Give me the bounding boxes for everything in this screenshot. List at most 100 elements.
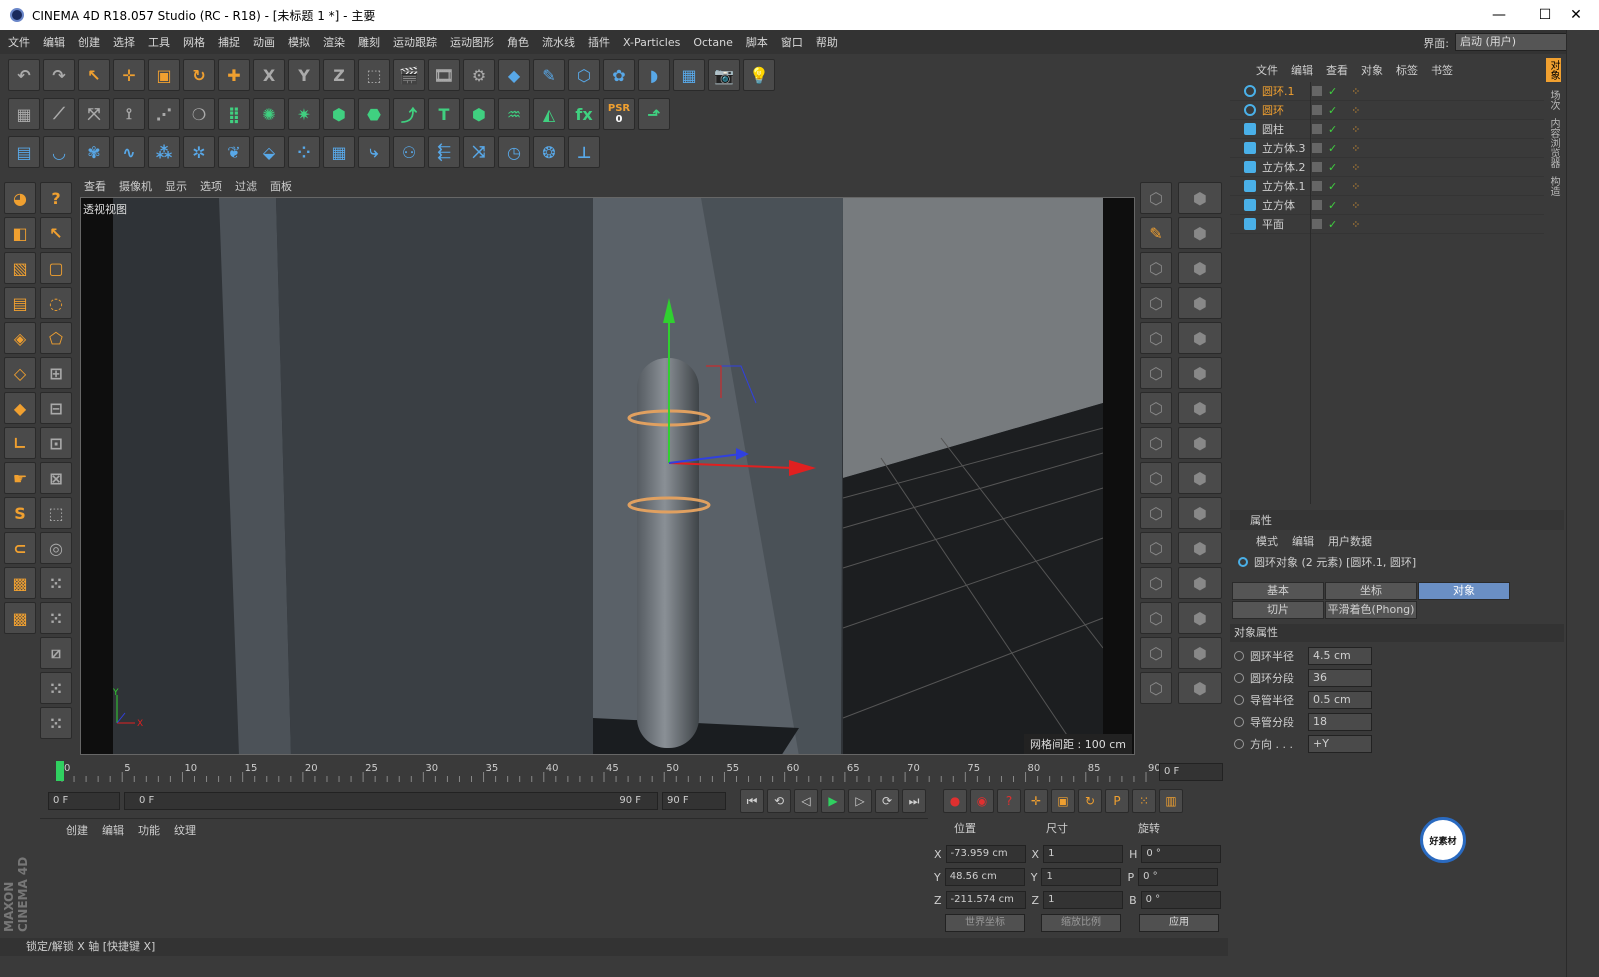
object-menu-0[interactable]: 文件 — [1256, 62, 1278, 78]
viewport-menu-0[interactable]: 查看 — [84, 178, 106, 194]
object-row[interactable]: 圆环.1 ✓ ⁘ — [1230, 82, 1544, 101]
check-icon[interactable]: ✓ — [1328, 142, 1337, 155]
next-key-icon[interactable]: ⟳ — [875, 789, 899, 813]
tab-object[interactable]: 对象 — [1418, 582, 1510, 600]
object-row[interactable]: 立方体 ✓ ⁘ — [1230, 196, 1544, 215]
snap-settings-icon[interactable]: ▩ — [4, 567, 36, 599]
cloner-icon[interactable]: ✿ — [603, 59, 635, 91]
right-tool2-icon-1[interactable]: ⬢ — [1178, 217, 1222, 249]
tool-icon-11[interactable]: ⁙ — [40, 707, 72, 739]
tab-phong[interactable]: 平滑着色(Phong) — [1325, 601, 1417, 619]
position-field[interactable]: -211.574 cm — [945, 891, 1026, 909]
visibility-icon[interactable] — [1312, 181, 1322, 191]
plugin-icon-4[interactable]: ⟟ — [113, 98, 145, 130]
key-pla-icon[interactable]: ⁙ — [1132, 789, 1156, 813]
object-menu-1[interactable]: 编辑 — [1291, 62, 1313, 78]
psr-icon[interactable]: PSR 0 — [603, 98, 635, 130]
check-icon[interactable]: ✓ — [1328, 199, 1337, 212]
viewport-menu-5[interactable]: 面板 — [270, 178, 292, 194]
material-menu-0[interactable]: 创建 — [66, 822, 88, 838]
plugin-icon-10[interactable]: ⬢ — [323, 98, 355, 130]
tab-slice[interactable]: 切片 — [1232, 601, 1324, 619]
right-tool2-icon-0[interactable]: ⬢ — [1178, 182, 1222, 214]
xp-icon-10[interactable]: ▦ — [323, 136, 355, 168]
object-menu-2[interactable]: 查看 — [1326, 62, 1348, 78]
phong-tag-icon[interactable]: ⁘ — [1351, 123, 1360, 136]
apply-button[interactable]: 应用 — [1139, 914, 1219, 932]
object-menu-5[interactable]: 书签 — [1431, 62, 1453, 78]
redo-icon[interactable]: ↷ — [43, 59, 75, 91]
right-tool-icon-4[interactable]: ⬡ — [1140, 322, 1172, 354]
right-tool2-icon-6[interactable]: ⬢ — [1178, 392, 1222, 424]
menu-item-7[interactable]: 动画 — [253, 34, 275, 50]
menu-item-4[interactable]: 工具 — [148, 34, 170, 50]
right-tool-icon-6[interactable]: ⬡ — [1140, 392, 1172, 424]
xp-icon-12[interactable]: ⚇ — [393, 136, 425, 168]
end-frame-field[interactable]: 90 F — [662, 792, 726, 810]
right-tool-icon-3[interactable]: ⬡ — [1140, 287, 1172, 319]
right-tool2-icon-11[interactable]: ⬢ — [1178, 567, 1222, 599]
y-axis-icon[interactable]: Y — [288, 59, 320, 91]
minimize-button[interactable]: — — [1476, 0, 1522, 30]
menu-item-9[interactable]: 渲染 — [323, 34, 345, 50]
right-tool-icon-2[interactable]: ⬡ — [1140, 252, 1172, 284]
close-button[interactable]: ✕ — [1553, 0, 1599, 30]
right-tool2-icon-12[interactable]: ⬢ — [1178, 602, 1222, 634]
object-row[interactable]: 平面 ✓ ⁘ — [1230, 215, 1544, 234]
side-tab-2[interactable]: 内容浏览器 — [1546, 118, 1561, 168]
visibility-icon[interactable] — [1312, 219, 1322, 229]
xp-icon-1[interactable]: ▤ — [8, 136, 40, 168]
polygon-mode-icon[interactable]: ◆ — [4, 392, 36, 424]
property-value[interactable]: 36 — [1308, 669, 1372, 687]
viewport-menu-3[interactable]: 选项 — [200, 178, 222, 194]
coord-system-icon[interactable]: ⬚ — [358, 59, 390, 91]
goto-start-icon[interactable]: ⏮ — [740, 789, 764, 813]
plugin-icon-8[interactable]: ✺ — [253, 98, 285, 130]
object-menu-4[interactable]: 标签 — [1396, 62, 1418, 78]
text-icon[interactable]: T — [428, 98, 460, 130]
menu-item-17[interactable]: Octane — [693, 36, 733, 49]
scale-select[interactable]: 缩放比例 — [1041, 914, 1121, 932]
record-icon[interactable]: ● — [943, 789, 967, 813]
floor-icon[interactable]: ▦ — [673, 59, 705, 91]
light-icon[interactable]: 💡 — [743, 59, 775, 91]
plugin-icon-15[interactable]: ◭ — [533, 98, 565, 130]
tool-icon-3[interactable]: ⊡ — [40, 427, 72, 459]
phong-tag-icon[interactable]: ⁘ — [1351, 180, 1360, 193]
right-tool2-icon-8[interactable]: ⬢ — [1178, 462, 1222, 494]
move-icon[interactable]: ✛ — [113, 59, 145, 91]
menu-item-6[interactable]: 捕捉 — [218, 34, 240, 50]
xp-icon-13[interactable]: ⬱ — [428, 136, 460, 168]
right-tool2-icon-9[interactable]: ⬢ — [1178, 497, 1222, 529]
plugin-icon-2[interactable]: ⟋ — [43, 98, 75, 130]
workplane-snap-icon[interactable]: ▩ — [4, 602, 36, 634]
tab-basic[interactable]: 基本 — [1232, 582, 1324, 600]
material-menu-2[interactable]: 功能 — [138, 822, 160, 838]
tool-icon-1[interactable]: ⊞ — [40, 357, 72, 389]
xp-icon-3[interactable]: ✾ — [78, 136, 110, 168]
menu-item-15[interactable]: 插件 — [588, 34, 610, 50]
tool-icon-9[interactable]: ⧄ — [40, 637, 72, 669]
start-frame-field[interactable]: 0 F — [48, 792, 120, 810]
position-field[interactable]: -73.959 cm — [945, 845, 1026, 863]
right-tool2-icon-5[interactable]: ⬢ — [1178, 357, 1222, 389]
material-menu-1[interactable]: 编辑 — [102, 822, 124, 838]
property-value[interactable]: 0.5 cm — [1308, 691, 1372, 709]
object-mode-icon[interactable]: ◧ — [4, 217, 36, 249]
side-tab-0[interactable]: 对象 — [1546, 58, 1561, 82]
xp-icon-14[interactable]: ⤨ — [463, 136, 495, 168]
right-tool-icon-0[interactable]: ⬡ — [1140, 182, 1172, 214]
prev-frame-icon[interactable]: ◁ — [794, 789, 818, 813]
plugin-icon-13[interactable]: ⬢ — [463, 98, 495, 130]
deformer-icon[interactable]: ◗ — [638, 59, 670, 91]
menu-item-5[interactable]: 网格 — [183, 34, 205, 50]
xp-icon-4[interactable]: ∿ — [113, 136, 145, 168]
side-tab-1[interactable]: 场次 — [1546, 90, 1561, 110]
size-field[interactable]: 1 — [1041, 868, 1122, 886]
object-row[interactable]: 立方体.2 ✓ ⁘ — [1230, 158, 1544, 177]
key-help-icon[interactable]: ? — [997, 789, 1021, 813]
attribute-menu-1[interactable]: 编辑 — [1292, 533, 1314, 549]
xp-icon-8[interactable]: ⬙ — [253, 136, 285, 168]
visibility-icon[interactable] — [1312, 124, 1322, 134]
playhead[interactable] — [56, 761, 64, 781]
